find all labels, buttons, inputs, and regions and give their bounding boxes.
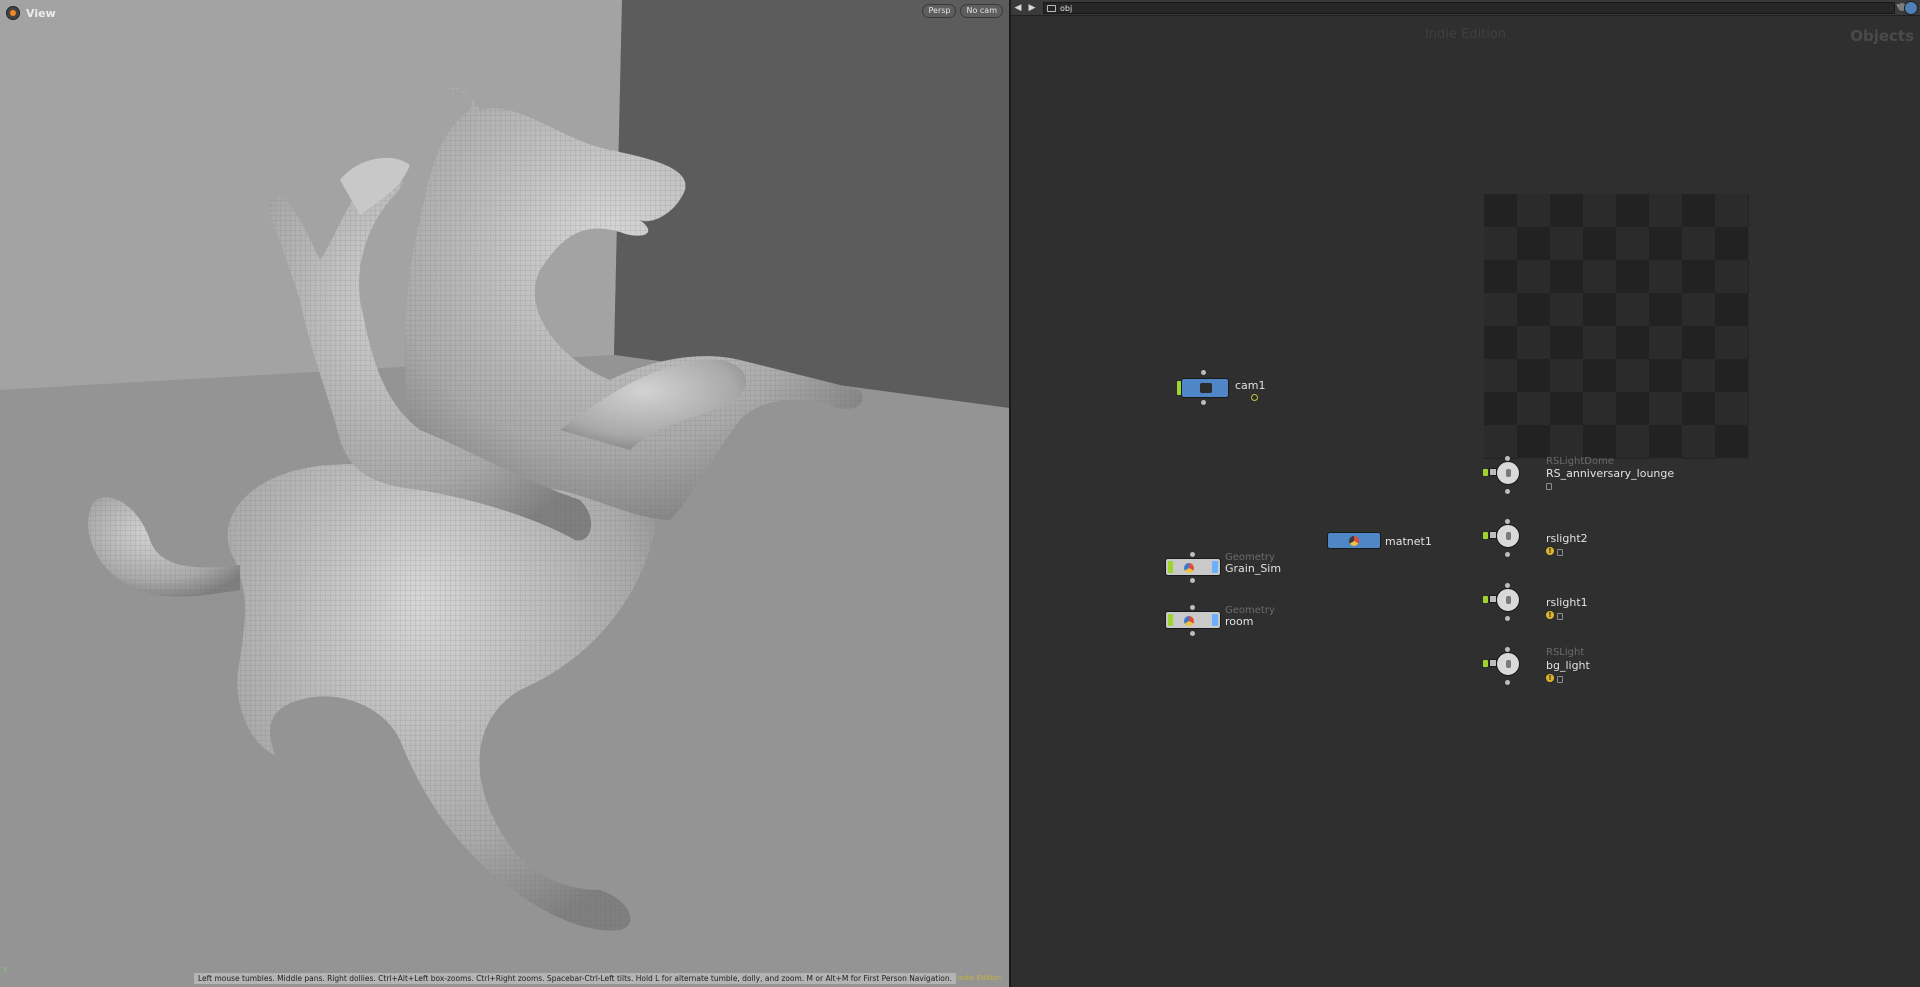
viewport-title[interactable]: View	[6, 6, 56, 20]
node-name: matnet1	[1385, 535, 1432, 548]
node-name: rslight2	[1546, 532, 1588, 545]
node-name: room	[1225, 615, 1254, 628]
node-type: RSLightDome	[1546, 456, 1614, 467]
camera-node-body[interactable]	[1181, 378, 1229, 398]
output-port[interactable]	[1505, 616, 1510, 621]
lock-icon[interactable]	[1557, 612, 1563, 620]
output-port[interactable]	[1190, 631, 1195, 636]
edition-watermark: Indie Edition	[1424, 27, 1507, 42]
lock-icon[interactable]	[1546, 483, 1552, 490]
node-name: bg_light	[1546, 659, 1590, 672]
render-flag[interactable]	[1212, 614, 1218, 626]
node-type: RSLight	[1546, 647, 1585, 658]
output-port[interactable]	[1190, 578, 1195, 583]
light-icon[interactable]	[1496, 524, 1520, 548]
viewport-edition-label: Indie Edition	[957, 974, 1001, 982]
geometry-icon	[1184, 616, 1194, 626]
network-editor[interactable]: ◀ ▶ obj ▾ Indie Edition Objects cam1	[1011, 0, 1920, 987]
help-icon[interactable]	[1904, 1, 1918, 15]
houdini-logo-icon[interactable]	[6, 6, 20, 20]
node-name: RS_anniversary_lounge	[1546, 467, 1675, 480]
light-icon[interactable]	[1496, 461, 1520, 485]
obj-context-icon	[1047, 4, 1056, 12]
input-port[interactable]	[1190, 605, 1195, 610]
warning-icon[interactable]: !	[1546, 611, 1554, 619]
network-toolbar: ◀ ▶ obj ▾	[1011, 0, 1920, 16]
render-flag[interactable]	[1212, 561, 1218, 573]
node-status: !	[1546, 611, 1563, 620]
geometry-node-body[interactable]	[1165, 558, 1221, 576]
display-flag[interactable]	[1483, 532, 1488, 539]
input-port[interactable]	[1190, 552, 1195, 557]
viewport-title-text: View	[26, 6, 56, 20]
visibility-icon[interactable]	[1251, 394, 1258, 401]
output-port[interactable]	[1201, 400, 1206, 405]
viewport-scene[interactable]	[0, 0, 1009, 987]
lock-icon[interactable]	[1557, 548, 1563, 556]
scene-viewport[interactable]: View Persp No cam Y Left mouse tumbles. …	[0, 0, 1009, 987]
node-name: cam1	[1235, 379, 1266, 392]
node-status	[1546, 482, 1552, 490]
node-name: Grain_Sim	[1225, 562, 1282, 575]
forward-arrow-icon[interactable]: ▶	[1025, 1, 1039, 15]
warning-icon[interactable]: !	[1546, 547, 1554, 555]
geometry-node-body[interactable]	[1165, 611, 1221, 629]
display-flag[interactable]	[1483, 660, 1488, 667]
warning-icon[interactable]: !	[1546, 674, 1554, 682]
input-port[interactable]	[1201, 370, 1206, 375]
camera-select-menu[interactable]: No cam	[960, 4, 1003, 18]
viewport-menus: Persp No cam	[922, 4, 1003, 18]
network-path-field[interactable]: obj	[1043, 2, 1895, 14]
display-flag[interactable]	[1483, 596, 1488, 603]
navigation-hint: Left mouse tumbles. Middle pans. Right d…	[194, 973, 957, 984]
display-flag[interactable]	[1168, 561, 1173, 573]
light-icon[interactable]	[1496, 588, 1520, 612]
display-flag[interactable]	[1168, 614, 1173, 626]
axis-indicator: Y	[3, 966, 8, 975]
node-name: rslight1	[1546, 596, 1588, 609]
output-port[interactable]	[1505, 552, 1510, 557]
output-port[interactable]	[1505, 489, 1510, 494]
context-watermark: Objects	[1850, 27, 1914, 45]
material-network-node-body[interactable]	[1327, 532, 1381, 549]
back-arrow-icon[interactable]: ◀	[1011, 1, 1025, 15]
light-icon[interactable]	[1496, 652, 1520, 676]
camera-icon	[1200, 383, 1212, 393]
display-flag[interactable]	[1483, 469, 1488, 476]
lock-icon[interactable]	[1557, 675, 1563, 683]
network-path: obj	[1060, 3, 1073, 13]
camera-view-menu[interactable]: Persp	[922, 4, 957, 18]
material-network-icon	[1349, 536, 1359, 546]
node-status: !	[1546, 674, 1563, 683]
geometry-icon	[1184, 563, 1194, 573]
node-status: !	[1546, 547, 1563, 556]
network-background-image[interactable]	[1484, 194, 1749, 459]
output-port[interactable]	[1505, 680, 1510, 685]
